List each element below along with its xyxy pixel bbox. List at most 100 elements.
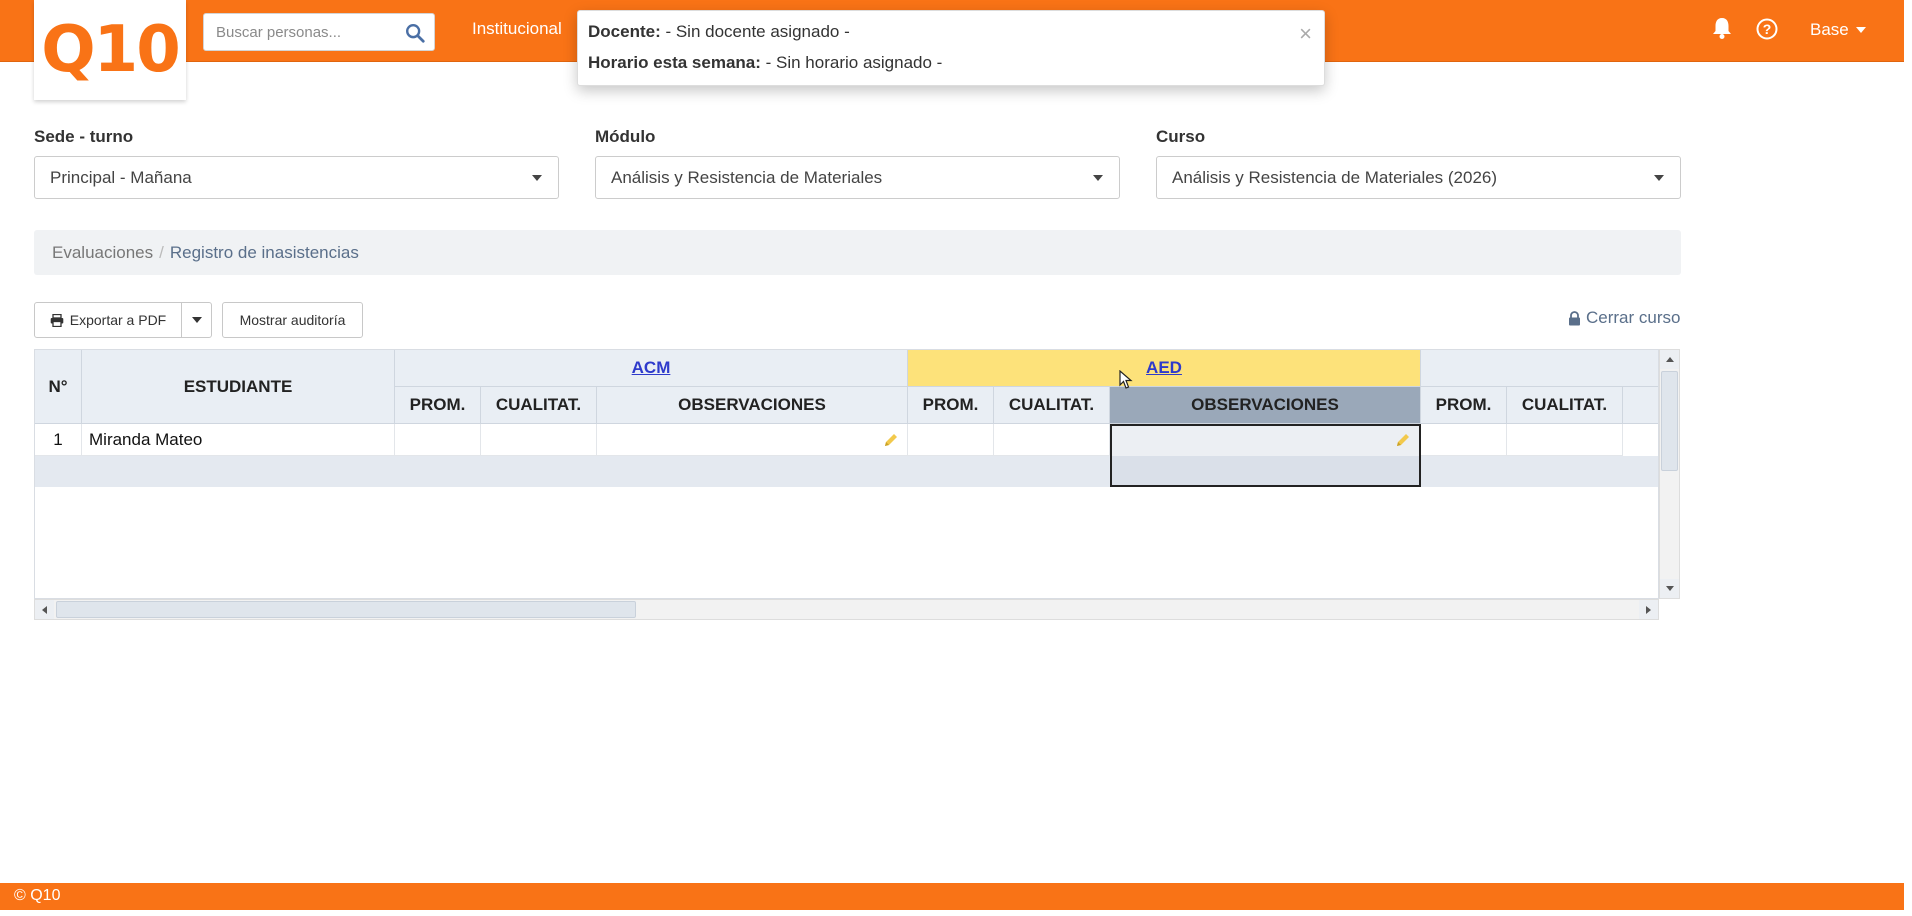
selected-observation-cell[interactable] [1110, 424, 1421, 487]
curso-value: Análisis y Resistencia de Materiales (20… [1172, 168, 1498, 187]
col-header-num-label: N° [48, 376, 68, 396]
chevron-down-icon [1855, 27, 1866, 33]
scroll-down-button[interactable] [1660, 579, 1679, 598]
col-header-student[interactable]: ESTUDIANTE [82, 350, 395, 424]
scroll-left-button[interactable] [35, 600, 54, 619]
subheader-label: CUALITAT. [495, 395, 582, 414]
subheader-partial[interactable] [1623, 387, 1658, 424]
scroll-up-button[interactable] [1660, 350, 1679, 369]
arrow-right-icon [1646, 605, 1651, 614]
user-menu-label: Base [1810, 20, 1849, 39]
modulo-value: Análisis y Resistencia de Materiales [611, 168, 883, 187]
subheader-label: PROM. [1435, 395, 1492, 414]
footer: © Q10 [0, 883, 1904, 910]
row-num-cell: 1 [35, 424, 82, 456]
curso-label: Curso [1156, 127, 1206, 146]
nav-institucional[interactable]: Institucional [472, 19, 562, 39]
close-course-link[interactable]: Cerrar curso [1568, 308, 1680, 328]
breadcrumb-separator: / [159, 243, 164, 262]
group-header-aed[interactable]: AED [908, 350, 1421, 387]
pencil-icon[interactable] [1395, 432, 1411, 448]
lock-icon [1569, 310, 1580, 325]
caret-down-icon [191, 317, 202, 323]
help-icon[interactable]: ? [1756, 18, 1778, 40]
export-pdf-label: Exportar a PDF [69, 312, 167, 328]
col-header-num[interactable]: N° [35, 350, 82, 424]
search-box[interactable] [203, 13, 435, 51]
modulo-select[interactable]: Análisis y Resistencia de Materiales [595, 156, 1120, 199]
modulo-label: Módulo [595, 127, 656, 146]
subheader-prom[interactable]: PROM. [1421, 387, 1507, 424]
grade-cell[interactable] [1421, 424, 1507, 456]
grade-cell[interactable] [395, 424, 481, 456]
grade-cell[interactable] [994, 424, 1110, 456]
subheader-cualitat[interactable]: CUALITAT. [994, 387, 1110, 424]
subheader-label: OBSERVACIONES [1191, 395, 1339, 414]
sede-select[interactable]: Principal - Mañana [34, 156, 559, 199]
mouse-cursor-icon [1119, 370, 1133, 389]
caret-down-icon [532, 175, 542, 181]
subheader-label: CUALITAT. [1521, 395, 1608, 414]
observation-cell[interactable] [597, 424, 908, 456]
group-aed-link[interactable]: AED [1146, 358, 1182, 378]
close-course-label: Cerrar curso [1586, 308, 1681, 327]
sede-value: Principal - Mañana [50, 168, 192, 187]
subheader-observaciones-active[interactable]: OBSERVACIONES [1110, 387, 1421, 424]
group-acm-link[interactable]: ACM [632, 358, 671, 378]
breadcrumb: Evaluaciones / Registro de inasistencias [34, 230, 1681, 275]
subheader-prom[interactable]: PROM. [395, 387, 481, 424]
popup-docente: Docente: - Sin docente asignado - [588, 22, 850, 42]
info-popup: Docente: - Sin docente asignado - Horari… [577, 10, 1325, 86]
grades-grid: N° ESTUDIANTE ACM AED PROM. CUALITAT. OB… [34, 349, 1659, 599]
subheader-observaciones[interactable]: OBSERVACIONES [597, 387, 908, 424]
caret-down-icon [1654, 175, 1664, 181]
search-icon[interactable] [404, 22, 426, 44]
docente-value: - Sin docente asignado - [660, 22, 850, 41]
vertical-scroll-thumb[interactable] [1661, 371, 1678, 471]
subheader-prom[interactable]: PROM. [908, 387, 994, 424]
subheader-label: PROM. [409, 395, 466, 414]
horizontal-scroll-thumb[interactable] [56, 601, 636, 618]
scroll-right-button[interactable] [1639, 600, 1658, 619]
subheader-label: PROM. [922, 395, 979, 414]
col-header-student-label: ESTUDIANTE [183, 376, 293, 396]
bell-icon[interactable] [1711, 16, 1733, 40]
user-menu[interactable]: Base [1810, 20, 1866, 40]
subheader-label: OBSERVACIONES [678, 395, 826, 414]
arrow-up-icon [1665, 357, 1674, 362]
curso-select[interactable]: Análisis y Resistencia de Materiales (20… [1156, 156, 1681, 199]
export-pdf-button[interactable]: Exportar a PDF [34, 302, 182, 338]
horario-label: Horario esta semana: [588, 53, 761, 72]
breadcrumb-registro: Registro de inasistencias [169, 243, 359, 262]
logo-text: Q10 [41, 13, 180, 87]
grade-cell[interactable] [1507, 424, 1623, 456]
student-name: Miranda Mateo [89, 429, 203, 449]
search-input[interactable] [204, 14, 394, 50]
grade-cell[interactable] [481, 424, 597, 456]
close-icon[interactable]: × [1299, 21, 1312, 47]
sede-label: Sede - turno [34, 127, 134, 146]
grade-cell[interactable] [908, 424, 994, 456]
logo[interactable]: Q10 [34, 0, 186, 100]
caret-down-icon [1093, 175, 1103, 181]
horizontal-scrollbar[interactable] [34, 599, 1659, 620]
export-dropdown-toggle[interactable] [181, 302, 212, 338]
subheader-label: CUALITAT. [1008, 395, 1095, 414]
breadcrumb-evaluaciones[interactable]: Evaluaciones [52, 243, 153, 262]
group-header-acm[interactable]: ACM [395, 350, 908, 387]
popup-horario: Horario esta semana: - Sin horario asign… [588, 53, 942, 73]
group-header-next[interactable] [1421, 350, 1658, 387]
svg-text:?: ? [1763, 21, 1772, 37]
horario-value: - Sin horario asignado - [760, 53, 943, 72]
pencil-icon[interactable] [883, 432, 899, 448]
subheader-cualitat[interactable]: CUALITAT. [1507, 387, 1623, 424]
arrow-down-icon [1665, 586, 1674, 591]
show-audit-button[interactable]: Mostrar auditoría [222, 302, 363, 338]
show-audit-label: Mostrar auditoría [239, 312, 346, 328]
arrow-left-icon [42, 605, 47, 614]
student-name-cell[interactable]: Miranda Mateo [82, 424, 395, 456]
footer-copyright: © Q10 [14, 887, 61, 904]
subheader-cualitat[interactable]: CUALITAT. [481, 387, 597, 424]
docente-label: Docente: [588, 22, 661, 41]
vertical-scrollbar[interactable] [1659, 349, 1680, 599]
